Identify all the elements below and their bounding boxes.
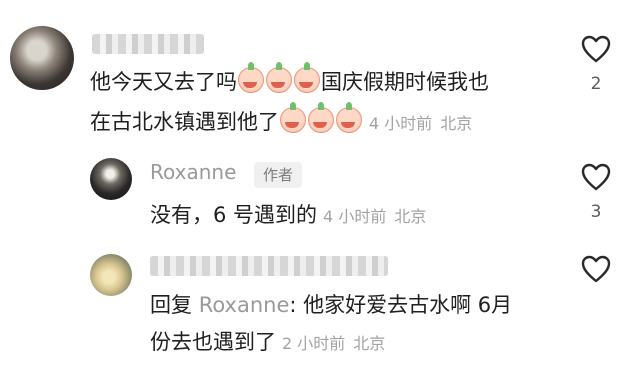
comment-text-part: 国庆假期时候我也 xyxy=(321,70,489,94)
heart-outline-icon xyxy=(581,255,611,283)
timestamp: 2 小时前 xyxy=(282,334,346,353)
avatar[interactable] xyxy=(10,26,74,90)
crying-emoji-icon xyxy=(336,102,362,133)
timestamp: 4 小时前 xyxy=(369,114,433,133)
crying-emoji-icon xyxy=(266,62,292,93)
like-button[interactable] xyxy=(580,254,612,284)
location: 北京 xyxy=(353,334,386,353)
reply-text: 回复 Roxanne: 他家好爱去古水啊 6月 xyxy=(150,290,512,320)
crying-emoji-icon xyxy=(280,102,306,133)
comment-text-part: 在古北水镇遇到他了 xyxy=(90,110,279,134)
blurred-username[interactable] xyxy=(150,256,388,276)
comment-text: 他今天又去了吗 国庆假期时候我也 xyxy=(90,62,489,97)
crying-emoji-icon xyxy=(294,62,320,93)
comment-meta: 4 小时前 北京 xyxy=(369,114,480,133)
reply-text-content: : 他家好爱去古水啊 6月 xyxy=(289,293,513,317)
comment-text-part: 他今天又去了吗 xyxy=(90,70,237,94)
username[interactable]: Roxanne xyxy=(150,160,236,184)
crying-emoji-icon xyxy=(238,62,264,93)
location: 北京 xyxy=(394,207,427,226)
timestamp: 4 小时前 xyxy=(323,207,387,226)
avatar[interactable] xyxy=(90,254,132,296)
like-button[interactable] xyxy=(580,162,612,192)
reply-text: 没有，6 号遇到的 4 小时前 北京 xyxy=(150,200,434,232)
author-badge: 作者 xyxy=(254,162,302,188)
avatar[interactable] xyxy=(90,158,132,200)
crying-emoji-icon xyxy=(308,102,334,133)
reply-text-content: 没有，6 号遇到的 xyxy=(150,203,318,227)
comment-text-line2: 在古北水镇遇到他了 4 小时前 北京 xyxy=(90,102,480,139)
heart-outline-icon xyxy=(581,35,611,63)
reply-prefix: 回复 xyxy=(150,293,192,317)
like-count: 2 xyxy=(590,74,602,94)
like-button[interactable] xyxy=(580,34,612,64)
blurred-username[interactable] xyxy=(92,34,204,54)
like-count: 3 xyxy=(590,202,602,222)
heart-outline-icon xyxy=(581,163,611,191)
comment-meta: 4 小时前 北京 xyxy=(323,207,434,226)
reply-text-line2: 份去也遇到了 2 小时前 北京 xyxy=(150,327,393,359)
comment-meta: 2 小时前 北京 xyxy=(282,334,393,353)
reply-to-username[interactable]: Roxanne xyxy=(199,293,290,317)
reply-text-content: 份去也遇到了 xyxy=(150,330,276,354)
location: 北京 xyxy=(440,114,473,133)
